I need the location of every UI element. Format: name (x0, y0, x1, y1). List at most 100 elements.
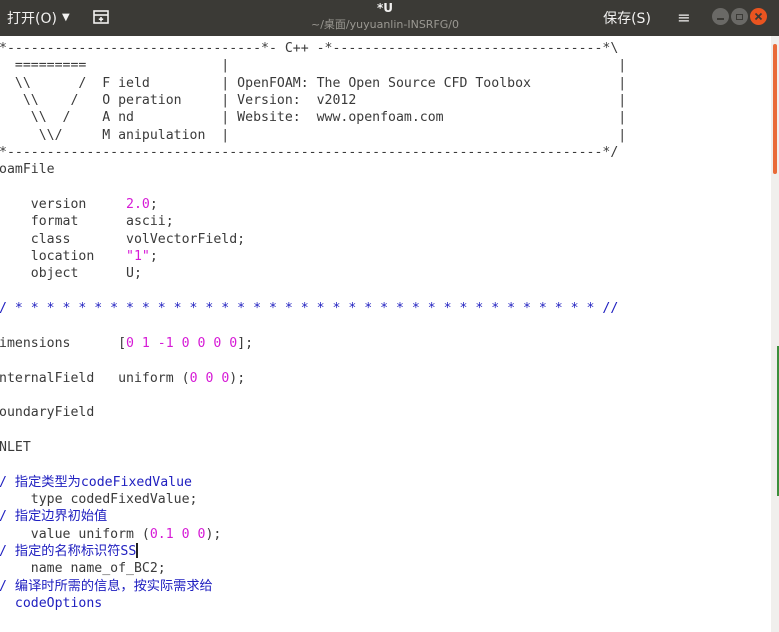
code-token: value uniform ( (0, 526, 150, 542)
close-button[interactable] (750, 8, 767, 25)
code-token: 指定类型为 (14, 474, 81, 490)
code-line: ========= | | (0, 57, 626, 74)
code-line: / * * * * * * * * * * * * * * * * * * * … (0, 300, 626, 317)
code-token: *--------------------------------*- C++ … (0, 41, 619, 56)
text-cursor (136, 543, 138, 559)
editor-lines: *--------------------------------*- C++ … (0, 40, 626, 612)
close-icon (754, 12, 763, 21)
code-token: 指定的名称标识符 (14, 543, 121, 559)
code-line: oamFile (0, 161, 626, 178)
code-token: nternalField uniform ( (0, 370, 190, 386)
menu-button[interactable]: ≡ (670, 4, 698, 31)
code-token: / (0, 474, 15, 490)
code-token: \\/ M anipulation | | (0, 127, 627, 143)
code-line: *---------------------------------------… (0, 144, 626, 161)
code-line: / 编译时所需的信息，按实际需求给 (0, 578, 626, 595)
code-line: value uniform (0.1 0 0); (0, 526, 626, 543)
code-token: \\ / F ield | OpenFOAM: The Open Source … (0, 75, 627, 91)
code-line: codeOptions (0, 595, 626, 612)
code-token: imensions [ (0, 335, 127, 351)
code-line: \\ / O peration | Version: v2012 | (0, 92, 626, 109)
code-token: ; (149, 249, 158, 265)
code-token: type codedFixedValue; (0, 491, 198, 507)
code-line: format ascii; (0, 213, 626, 230)
code-token: oundaryField (0, 405, 95, 421)
code-token: ]; (237, 335, 254, 351)
code-line: imensions [0 1 -1 0 0 0 0]; (0, 335, 626, 352)
code-token: 0 0 0 (189, 370, 230, 386)
code-token: version (0, 197, 127, 213)
code-token: class volVectorField; (0, 231, 246, 247)
code-line: name name_of_BC2; (0, 560, 626, 577)
code-token: SS (120, 543, 137, 559)
open-button-label: 打开(O) (7, 10, 57, 27)
maximize-button[interactable] (731, 8, 748, 25)
new-tab-button[interactable] (86, 3, 116, 31)
code-line: oundaryField (0, 404, 626, 421)
code-token: oamFile (0, 162, 55, 178)
code-token: 编译时所需的信息，按实际需求给 (14, 578, 213, 594)
window-controls (712, 8, 776, 26)
open-button[interactable]: 打开(O) ▼ (0, 0, 76, 35)
vertical-scrollbar[interactable] (771, 36, 779, 632)
minimize-button[interactable] (712, 8, 729, 25)
code-line: version 2.0; (0, 196, 626, 213)
code-line: NLET (0, 439, 626, 456)
code-token: 0 1 -1 0 0 0 0 (126, 335, 238, 351)
code-token: 0.1 0 0 (149, 526, 206, 542)
code-token: / * * * * * * * * * * * * * * * * * * * … (0, 301, 619, 317)
code-token: 指定边界初始值 (14, 509, 108, 525)
code-token: format ascii; (0, 214, 174, 230)
new-document-icon (93, 10, 109, 24)
scrollbar-thumb[interactable] (773, 44, 777, 174)
code-line: nternalField uniform (0 0 0); (0, 370, 626, 387)
code-token: ========= | | (0, 58, 627, 74)
maximize-icon (736, 13, 743, 20)
text-editor[interactable]: *--------------------------------*- C++ … (0, 36, 771, 632)
hamburger-icon: ≡ (677, 8, 691, 27)
chevron-down-icon: ▼ (61, 12, 70, 23)
minimize-icon (717, 17, 724, 20)
code-line: object U; (0, 265, 626, 282)
save-button[interactable]: 保存(S) (596, 0, 658, 35)
window-title: *U ~/桌面/yuyuanlin-INSRFG/0 (260, 0, 510, 36)
code-line: \\ / A nd | Website: www.openfoam.com | (0, 109, 626, 126)
code-token: ); (205, 526, 222, 542)
code-token: "1" (126, 249, 150, 265)
code-token: \\ / O peration | Version: v2012 | (0, 93, 627, 109)
code-token: codeFixedValue (80, 474, 192, 490)
code-token: ; (149, 197, 158, 213)
code-line: \\ / F ield | OpenFOAM: The Open Source … (0, 75, 626, 92)
code-token: / (0, 543, 15, 559)
code-line: / 指定边界初始值 (0, 508, 626, 525)
code-token: object U; (0, 266, 142, 282)
code-token: \\ / A nd | Website: www.openfoam.com | (0, 110, 627, 126)
code-line: / 指定的名称标识符SS (0, 543, 626, 560)
code-line: type codedFixedValue; (0, 491, 626, 508)
code-line: \\/ M anipulation | | (0, 127, 627, 144)
code-line: class volVectorField; (0, 231, 626, 248)
code-token: ); (229, 370, 246, 386)
header-bar: 打开(O) ▼ *U ~/桌面/yuyuanlin-INSRFG/0 保存(S)… (0, 0, 779, 36)
code-token: 2.0 (126, 197, 150, 213)
code-line: location "1"; (0, 248, 626, 265)
code-token: *---------------------------------------… (0, 145, 619, 161)
code-token: / (0, 509, 15, 525)
document-path: ~/桌面/yuyuanlin-INSRFG/0 (310, 18, 459, 31)
save-button-label: 保存(S) (603, 10, 651, 27)
code-token: NLET (0, 439, 31, 455)
code-token: location (0, 249, 127, 265)
code-line: / 指定类型为codeFixedValue (0, 474, 626, 491)
code-token: codeOptions (0, 596, 103, 611)
code-token: name name_of_BC2; (0, 561, 166, 577)
code-token: / (0, 578, 15, 594)
code-line: *--------------------------------*- C++ … (0, 40, 626, 57)
document-title: *U (376, 1, 394, 15)
